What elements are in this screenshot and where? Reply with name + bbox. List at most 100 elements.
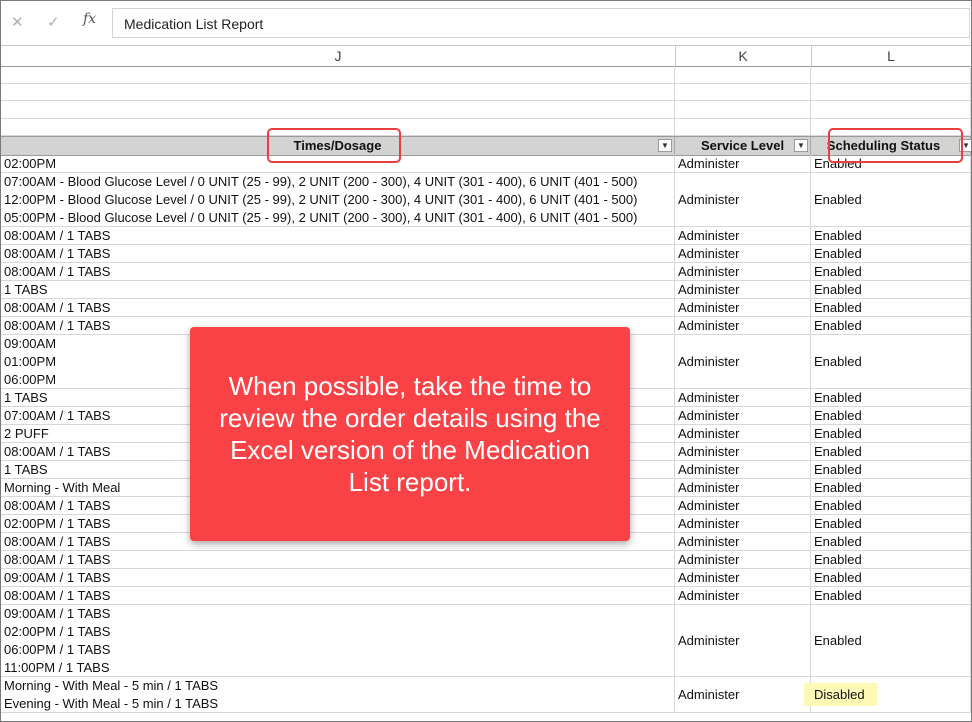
service-level-cell[interactable]: Administer [675, 281, 811, 298]
table-row[interactable]: 1 TABS Administer Enabled [1, 281, 971, 299]
table-row[interactable]: 08:00AM / 1 TABS Administer Enabled [1, 263, 971, 281]
times-dosage-line: 1 TABS [4, 461, 48, 477]
service-level-cell[interactable]: Administer [675, 317, 811, 334]
service-level-cell[interactable]: Administer [675, 569, 811, 586]
scheduling-status-cell[interactable]: Enabled [811, 281, 971, 298]
empty-row[interactable] [1, 66, 971, 84]
times-dosage-cell[interactable]: 08:00AM / 1 TABS [1, 227, 675, 244]
service-level-value: Administer [678, 408, 740, 423]
times-dosage-line: Evening - With Meal - 5 min / 1 TABS [4, 696, 219, 711]
scheduling-status-cell[interactable]: Enabled [811, 569, 971, 586]
service-level-cell[interactable]: Administer [675, 155, 811, 172]
scheduling-status-cell[interactable]: Enabled [811, 533, 971, 550]
filter-dropdown-icon[interactable]: ▼ [794, 139, 808, 152]
times-dosage-line: 07:00AM / 1 TABS [4, 407, 111, 423]
service-level-cell[interactable]: Administer [675, 461, 811, 478]
times-dosage-cell[interactable]: 08:00AM / 1 TABS [1, 551, 675, 568]
times-dosage-line: 08:00AM / 1 TABS [4, 497, 111, 513]
scheduling-status-value: Enabled [814, 300, 862, 315]
scheduling-status-value: Enabled [814, 408, 862, 423]
service-level-cell[interactable]: Administer [675, 173, 811, 226]
table-row[interactable]: 09:00AM / 1 TABS 02:00PM / 1 TABS 06:00PM … [1, 605, 971, 677]
service-level-cell[interactable]: Administer [675, 479, 811, 496]
scheduling-status-cell[interactable]: Enabled [811, 515, 971, 532]
scheduling-status-cell[interactable]: Enabled [811, 245, 971, 262]
table-row[interactable]: 08:00AM / 1 TABS Administer Enabled [1, 551, 971, 569]
scheduling-status-cell[interactable]: Enabled [811, 587, 971, 604]
times-dosage-cell[interactable]: 08:00AM / 1 TABS [1, 263, 675, 280]
scheduling-status-cell[interactable]: Enabled [811, 407, 971, 424]
table-row[interactable]: 08:00AM / 1 TABS Administer Enabled [1, 245, 971, 263]
scheduling-status-cell[interactable]: Enabled [811, 425, 971, 442]
times-dosage-cell[interactable]: 07:00AM - Blood Glucose Level / 0 UNIT (… [1, 173, 675, 226]
column-header-k[interactable]: K [675, 46, 812, 66]
column-header-l[interactable]: L [811, 46, 971, 66]
service-level-value: Administer [678, 570, 740, 585]
table-row[interactable]: 08:00AM / 1 TABS Administer Enabled [1, 587, 971, 605]
scheduling-status-cell[interactable]: Enabled [811, 173, 971, 226]
scheduling-status-cell[interactable]: Enabled [811, 227, 971, 244]
service-level-cell[interactable]: Administer [675, 245, 811, 262]
times-dosage-cell[interactable]: 08:00AM / 1 TABS [1, 587, 675, 604]
service-level-cell[interactable]: Administer [675, 605, 811, 676]
scheduling-status-cell[interactable]: Enabled [811, 461, 971, 478]
table-row[interactable]: 08:00AM / 1 TABS Administer Enabled [1, 299, 971, 317]
scheduling-status-cell[interactable]: Disabled [804, 677, 971, 712]
service-level-cell[interactable]: Administer [675, 335, 811, 388]
service-level-cell[interactable]: Administer [675, 227, 811, 244]
service-level-value: Administer [678, 192, 740, 207]
scheduling-status-cell[interactable]: Enabled [811, 317, 971, 334]
scheduling-status-cell[interactable]: Enabled [811, 551, 971, 568]
times-dosage-cell[interactable]: 08:00AM / 1 TABS [1, 245, 675, 262]
service-level-cell[interactable]: Administer [675, 587, 811, 604]
service-level-cell[interactable]: Administer [675, 533, 811, 550]
table-row[interactable]: 02:00PM Administer Enabled [1, 155, 971, 173]
times-dosage-cell[interactable]: 09:00AM / 1 TABS [1, 569, 675, 586]
scheduling-status-cell[interactable]: Enabled [811, 299, 971, 316]
column-header-j[interactable]: J [1, 46, 676, 66]
service-level-cell[interactable]: Administer [675, 407, 811, 424]
service-level-cell[interactable]: Administer [675, 515, 811, 532]
times-dosage-cell[interactable]: Morning - With Meal - 5 min / 1 TABS Even… [1, 677, 675, 712]
times-dosage-cell[interactable]: 08:00AM / 1 TABS [1, 299, 675, 316]
scheduling-status-cell[interactable]: Enabled [811, 443, 971, 460]
scheduling-status-cell[interactable]: Enabled [811, 497, 971, 514]
scheduling-status-value: Enabled [814, 570, 862, 585]
scheduling-status-cell[interactable]: Enabled [811, 479, 971, 496]
scheduling-status-cell[interactable]: Enabled [811, 605, 971, 676]
filter-dropdown-icon[interactable]: ▼ [658, 139, 672, 152]
table-header-row: Times/Dosage ▼ Service Level ▼ Schedulin… [1, 136, 971, 156]
service-level-cell[interactable]: Administer [675, 551, 811, 568]
service-level-cell[interactable]: Administer [675, 677, 811, 712]
scheduling-status-cell[interactable]: Enabled [811, 263, 971, 280]
scheduling-status-cell[interactable]: Enabled [811, 389, 971, 406]
formula-input[interactable]: Medication List Report [112, 8, 970, 38]
service-level-cell[interactable]: Administer [675, 299, 811, 316]
empty-row[interactable] [1, 84, 971, 101]
close-x-icon[interactable]: ✕ [11, 13, 24, 31]
empty-row[interactable] [1, 119, 971, 136]
empty-row[interactable] [1, 101, 971, 119]
service-level-value: Administer [678, 318, 740, 333]
service-level-cell[interactable]: Administer [675, 443, 811, 460]
service-level-cell[interactable]: Administer [675, 389, 811, 406]
service-level-cell[interactable]: Administer [675, 497, 811, 514]
times-dosage-cell[interactable]: 09:00AM / 1 TABS 02:00PM / 1 TABS 06:00PM … [1, 605, 675, 676]
scheduling-status-cell[interactable]: Enabled [811, 335, 971, 388]
table-row[interactable]: 09:00AM / 1 TABS Administer Enabled [1, 569, 971, 587]
header-service-level[interactable]: Service Level [675, 137, 811, 155]
times-dosage-line: 02:00PM [4, 155, 57, 171]
times-dosage-line: 08:00AM / 1 TABS [4, 587, 111, 603]
service-level-cell[interactable]: Administer [675, 425, 811, 442]
fx-icon[interactable]: fx [83, 11, 96, 27]
service-level-value: Administer [678, 156, 740, 171]
service-level-value: Administer [678, 228, 740, 243]
table-row[interactable]: 07:00AM - Blood Glucose Level / 0 UNIT (… [1, 173, 971, 227]
scheduling-status-value: Enabled [814, 318, 862, 333]
checkmark-icon[interactable]: ✓ [47, 13, 60, 31]
callout-box: When possible, take the time to review t… [190, 327, 630, 541]
service-level-cell[interactable]: Administer [675, 263, 811, 280]
table-row[interactable]: 08:00AM / 1 TABS Administer Enabled [1, 227, 971, 245]
times-dosage-cell[interactable]: 1 TABS [1, 281, 675, 298]
table-row[interactable]: Morning - With Meal - 5 min / 1 TABS Even… [1, 677, 971, 713]
